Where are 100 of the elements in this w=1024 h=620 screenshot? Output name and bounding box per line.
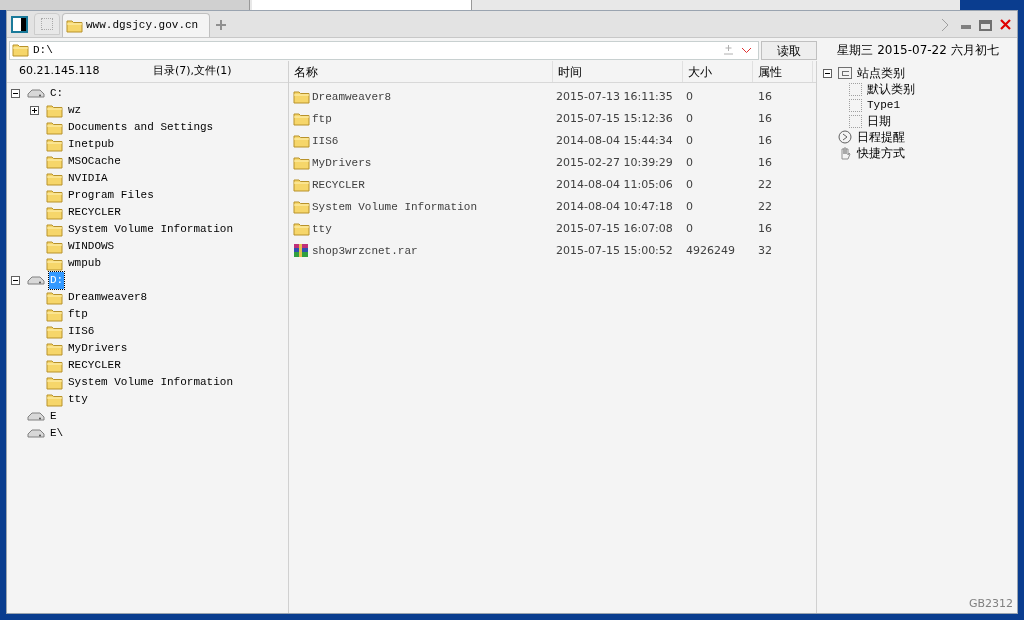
tree-item[interactable]: WINDOWS	[67, 238, 116, 255]
tree-item[interactable]: System Volume Information	[67, 221, 235, 238]
tree-item[interactable]: wmpub	[67, 255, 102, 272]
tree-item[interactable]: Documents and Settings	[67, 119, 215, 136]
file-name[interactable]: Dreamweaver8	[312, 88, 392, 106]
folder-icon	[46, 171, 63, 186]
table-cell-text: 4926249	[685, 242, 736, 259]
table-cell-text: 2015-07-13 16:11:35	[555, 88, 674, 105]
side-item[interactable]: Type1	[867, 96, 900, 114]
tree-item[interactable]: wz	[67, 102, 83, 119]
tree-item[interactable]: ftp	[67, 306, 89, 323]
tree-item[interactable]: C:	[49, 85, 65, 102]
tree-item[interactable]: RECYCLER	[67, 204, 122, 221]
dotted-square-icon	[849, 114, 862, 128]
side-item[interactable]: 日程提醒	[857, 128, 905, 146]
folder-icon	[46, 239, 63, 254]
folder-icon	[46, 392, 63, 407]
panel-toggle-icon[interactable]	[11, 16, 28, 33]
read-button[interactable]: 读取	[761, 40, 817, 60]
column-header[interactable]: 名称	[289, 61, 553, 82]
file-name[interactable]: ftp	[312, 110, 332, 128]
side-item[interactable]: 快捷方式	[857, 144, 905, 162]
tree-item[interactable]: tty	[67, 391, 89, 408]
file-name[interactable]: tty	[312, 220, 332, 238]
folder-icon	[293, 200, 310, 214]
table-cell-text: 2015-07-15 15:00:52	[555, 242, 674, 259]
folder-icon	[293, 90, 310, 104]
tree-item[interactable]: Dreamweaver8	[67, 289, 149, 306]
table-cell-text: 22	[757, 176, 773, 193]
column-header[interactable]: 属性	[753, 61, 813, 82]
folder-icon	[293, 112, 310, 126]
folder-icon	[46, 154, 63, 169]
folder-icon	[46, 137, 63, 152]
date-text: 星期三 2015-07-22 六月初七	[836, 42, 1000, 59]
table-cell-text: 16	[757, 220, 773, 237]
hand-icon	[838, 146, 852, 160]
collapse-toggle[interactable]	[823, 68, 832, 78]
folder-icon	[46, 188, 63, 203]
plus-minus-icon[interactable]	[724, 45, 733, 55]
folder-icon	[46, 205, 63, 220]
column-header[interactable]: 时间	[553, 61, 683, 82]
expand-toggle[interactable]	[30, 106, 39, 115]
folder-icon	[46, 358, 63, 373]
dropdown-caret-icon[interactable]	[741, 46, 752, 54]
file-name[interactable]: System Volume Information	[312, 198, 478, 216]
dotted-square-icon	[849, 98, 862, 112]
tree-item[interactable]: Program Files	[67, 187, 155, 204]
folder-icon	[46, 256, 63, 271]
tree-item[interactable]: System Volume Information	[67, 374, 235, 391]
column-header[interactable]: 大小	[683, 61, 753, 82]
file-name[interactable]: shop3wrzcnet.rar	[312, 242, 418, 260]
side-item[interactable]: 默认类别	[867, 80, 915, 98]
file-name[interactable]: MyDrivers	[312, 154, 372, 172]
tree-item[interactable]: RECYCLER	[67, 357, 122, 374]
directory-summary: 目录(7),文件(1)	[153, 63, 232, 80]
file-name[interactable]: RECYCLER	[312, 176, 365, 194]
table-cell-text: 2015-02-27 10:39:29	[555, 154, 674, 171]
folder-icon	[46, 341, 63, 356]
collapse-toggle[interactable]	[11, 276, 20, 285]
dotted-square-icon	[849, 82, 862, 96]
tree-item[interactable]: Inetpub	[67, 136, 116, 153]
table-cell-text: 16	[757, 110, 773, 127]
table-cell-text: 2014-08-04 10:47:18	[555, 198, 674, 215]
chevron-right-icon[interactable]	[941, 18, 949, 32]
site-tab[interactable]: www.dgsjcy.gov.cn	[62, 13, 210, 37]
collapse-toggle[interactable]	[11, 89, 20, 98]
tree-item[interactable]: IIS6	[67, 323, 96, 340]
table-cell-text: 0	[685, 88, 694, 105]
folder-icon	[12, 43, 29, 57]
folder-icon	[46, 324, 63, 339]
folder-icon	[293, 134, 310, 148]
table-cell-text: 2014-08-04 15:44:34	[555, 132, 674, 149]
folder-icon	[46, 307, 63, 322]
folder-icon	[46, 290, 63, 305]
table-cell-text: 16	[757, 154, 773, 171]
table-cell-text: 2015-07-15 16:07:08	[555, 220, 674, 237]
table-cell-text: 0	[685, 198, 694, 215]
table-cell-text: 2015-07-15 15:12:36	[555, 110, 674, 127]
side-item[interactable]: 站点类别	[857, 64, 905, 82]
clock-icon	[838, 130, 852, 144]
table-cell-text: 0	[685, 176, 694, 193]
side-item[interactable]: 日期	[867, 112, 891, 130]
tree-item[interactable]: NVIDIA	[67, 170, 109, 187]
drive-icon	[27, 428, 45, 439]
folder-icon	[293, 156, 310, 170]
plus-icon[interactable]	[216, 20, 226, 30]
tree-item[interactable]: E	[49, 408, 58, 425]
tree-item[interactable]: MSOCache	[67, 153, 122, 170]
drive-icon	[27, 411, 45, 422]
close-icon[interactable]	[1000, 19, 1011, 30]
drive-icon	[27, 88, 45, 99]
tree-item[interactable]: E\	[49, 425, 65, 442]
folder-icon	[293, 222, 310, 236]
file-name[interactable]: IIS6	[312, 132, 339, 150]
table-cell-text: 0	[685, 220, 694, 237]
folder-icon	[46, 120, 63, 135]
table-cell-text: 2014-08-04 11:05:06	[555, 176, 674, 193]
tree-item[interactable]: MyDrivers	[67, 340, 129, 357]
maximize-icon[interactable]	[979, 20, 992, 31]
path-field[interactable]: D:\	[9, 40, 759, 60]
